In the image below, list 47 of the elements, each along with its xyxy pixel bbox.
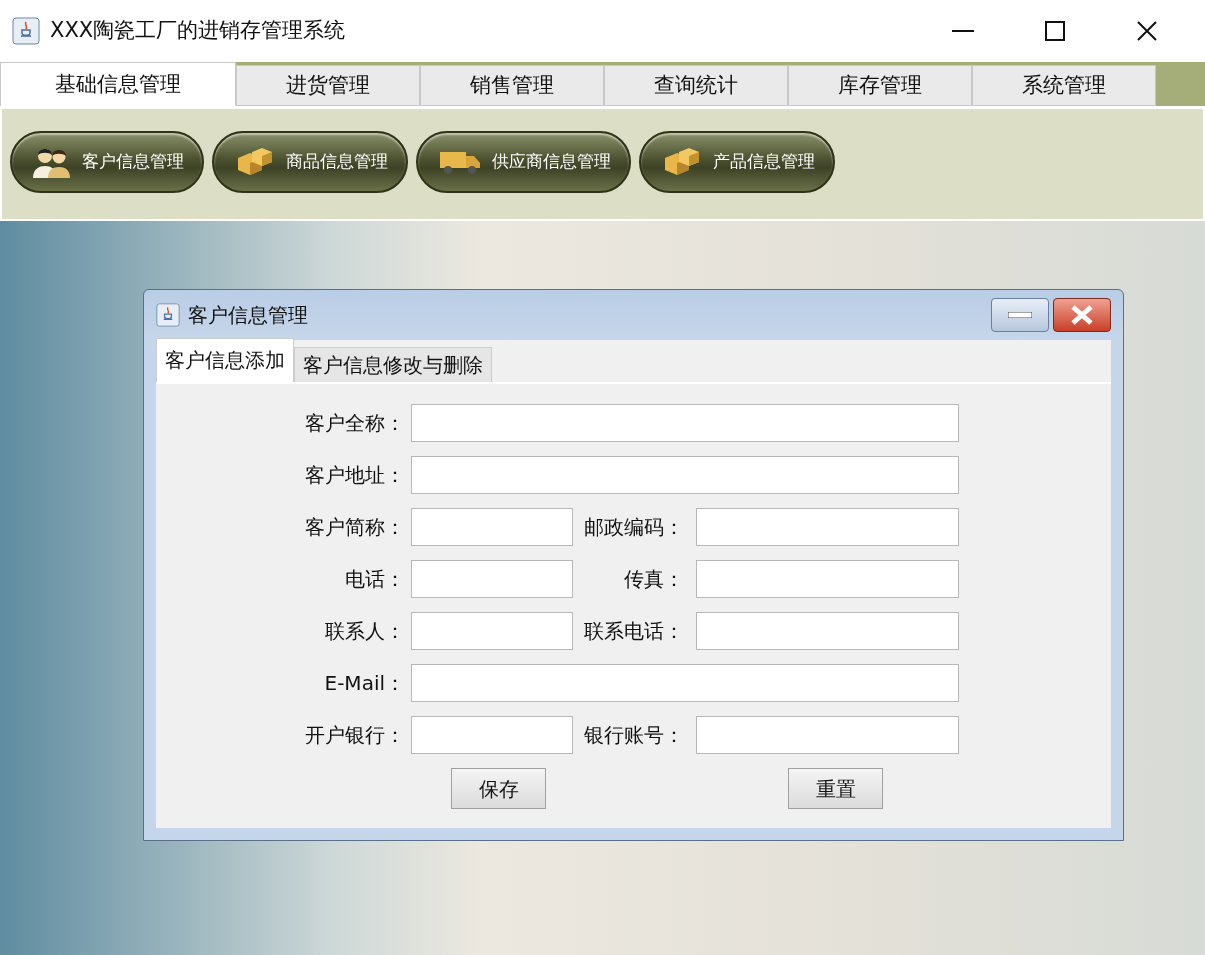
- maximize-icon: [1045, 21, 1065, 41]
- field-label: E-Mail：: [323, 670, 406, 697]
- input-field[interactable]: [696, 612, 959, 650]
- minimize-button[interactable]: [991, 298, 1049, 332]
- field-label: 开户银行：: [304, 722, 406, 749]
- form-button[interactable]: 重置: [788, 768, 883, 809]
- input-field[interactable]: [411, 508, 573, 546]
- toolbar-button[interactable]: 供应商信息管理: [416, 131, 631, 193]
- input-field[interactable]: [411, 664, 959, 702]
- input-field[interactable]: [411, 456, 959, 494]
- form-button[interactable]: 保存: [451, 768, 546, 809]
- app-icon: [12, 17, 40, 45]
- tab[interactable]: 系统管理: [972, 65, 1156, 106]
- app-icon: [156, 303, 180, 327]
- input-field[interactable]: [411, 560, 573, 598]
- field-label: 联系电话：: [583, 618, 685, 645]
- input-field[interactable]: [411, 716, 573, 754]
- tab[interactable]: 客户信息添加: [156, 338, 294, 382]
- window-title: XXX陶瓷工厂的进销存管理系统: [50, 17, 346, 45]
- minimize-icon: [1008, 312, 1032, 318]
- tab[interactable]: 销售管理: [420, 65, 604, 106]
- input-field[interactable]: [696, 508, 959, 546]
- close-button[interactable]: [1053, 298, 1111, 332]
- tab[interactable]: 库存管理: [788, 65, 972, 106]
- tab[interactable]: 查询统计: [604, 65, 788, 106]
- minimize-icon: [952, 30, 974, 32]
- toolbar-button[interactable]: 客户信息管理: [10, 131, 204, 193]
- field-label: 客户地址：: [304, 462, 406, 489]
- input-field[interactable]: [696, 716, 959, 754]
- toolbar-button[interactable]: 商品信息管理: [212, 131, 408, 193]
- field-label: 客户全称：: [304, 410, 406, 437]
- field-label: 客户简称：: [304, 514, 406, 541]
- toolbar-button[interactable]: 产品信息管理: [639, 131, 835, 193]
- field-label: 传真：: [623, 566, 685, 593]
- input-field[interactable]: [411, 612, 573, 650]
- input-field[interactable]: [696, 560, 959, 598]
- tab[interactable]: 基础信息管理: [0, 62, 236, 106]
- close-icon: [1137, 21, 1157, 41]
- field-label: 联系人：: [324, 618, 406, 645]
- dialog-title: 客户信息管理: [188, 302, 308, 329]
- field-label: 邮政编码：: [583, 514, 685, 541]
- field-label: 电话：: [344, 566, 406, 593]
- field-label: 银行账号：: [583, 722, 685, 749]
- input-field[interactable]: [411, 404, 959, 442]
- tab[interactable]: 客户信息修改与删除: [294, 347, 492, 382]
- tab[interactable]: 进货管理: [236, 65, 420, 106]
- close-icon: [1070, 304, 1094, 326]
